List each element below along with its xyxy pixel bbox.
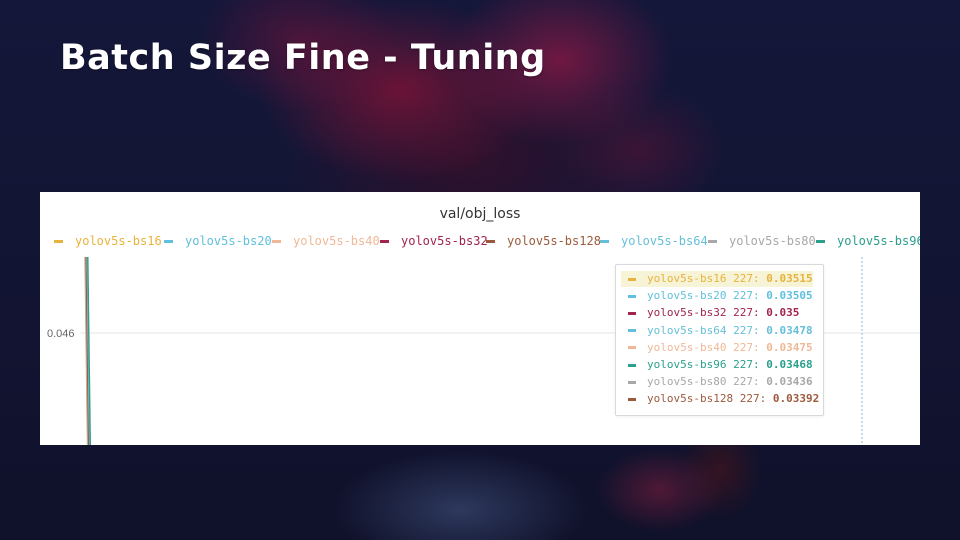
chart-title: val/obj_loss [439, 206, 521, 222]
legend-swatch [600, 240, 609, 243]
tooltip-row: yolov5s-bs80 227: 0.03436 [621, 374, 813, 390]
tooltip-swatch [628, 380, 636, 384]
legend-item-yolov5s-bs64[interactable]: yolov5s-bs64 [600, 234, 708, 248]
tooltip-row: yolov5s-bs40 227: 0.03475 [621, 340, 813, 356]
legend-swatch [816, 240, 825, 243]
legend-label: yolov5s-bs40 [293, 234, 380, 248]
tooltip-swatch [628, 294, 636, 298]
y-tick-label: 0.046 [47, 328, 75, 340]
tooltip-value: 0.03475 [766, 340, 813, 354]
legend-item-yolov5s-bs16[interactable]: yolov5s-bs16 [54, 234, 162, 248]
legend-label: yolov5s-bs16 [75, 234, 162, 248]
legend-item-yolov5s-bs32[interactable]: yolov5s-bs32 [380, 234, 488, 248]
legend-swatch [54, 240, 63, 243]
chart-legend: yolov5s-bs16 yolov5s-bs20 yolov5s-bs40 yolo… [54, 234, 920, 250]
legend-label: yolov5s-bs32 [401, 234, 488, 248]
tooltip-label: yolov5s-bs96 227: [647, 358, 767, 371]
legend-swatch [164, 240, 173, 243]
hover-tooltip: yolov5s-bs16 227: 0.03515 yolov5s-bs20 22… [615, 264, 824, 416]
tooltip-swatch [628, 397, 636, 401]
legend-item-yolov5s-bs20[interactable]: yolov5s-bs20 [164, 234, 272, 248]
tooltip-value: 0.03392 [772, 392, 820, 406]
tooltip-row: yolov5s-bs64 227: 0.03478 [621, 323, 813, 339]
tooltip-label: yolov5s-bs40 227: [647, 340, 767, 354]
tooltip-row: yolov5s-bs128 227: 0.03392 [621, 391, 819, 407]
legend-swatch [272, 240, 281, 243]
legend-swatch [380, 240, 389, 243]
tooltip-swatch [628, 346, 636, 350]
tooltip-swatch [628, 329, 636, 333]
chart-panel: val/obj_loss yolov5s-bs16 yolov5s-bs20 yol… [40, 192, 920, 445]
tooltip-value: 0.03468 [766, 358, 813, 371]
tooltip-swatch [628, 277, 636, 281]
tooltip-label: yolov5s-bs128 227: [647, 392, 773, 406]
legend-label: yolov5s-bs128 [507, 234, 601, 248]
legend-item-yolov5s-bs80[interactable]: yolov5s-bs80 [708, 234, 816, 248]
legend-label: yolov5s-bs80 [729, 234, 816, 248]
tooltip-value: 0.03478 [766, 323, 813, 337]
tooltip-swatch [628, 363, 636, 367]
tooltip-label: yolov5s-bs16 227: [647, 272, 767, 285]
tooltip-label: yolov5s-bs64 227: [647, 323, 767, 337]
legend-swatch [486, 240, 495, 243]
tooltip-value: 0.03515 [766, 272, 813, 285]
tooltip-label: yolov5s-bs20 227: [647, 289, 767, 303]
legend-swatch [708, 240, 717, 243]
tooltip-row: yolov5s-bs32 227: 0.035 [621, 305, 813, 321]
legend-item-yolov5s-bs96[interactable]: yolov5s-bs96 [816, 234, 920, 248]
tooltip-label: yolov5s-bs80 227: [647, 375, 767, 389]
tooltip-row: yolov5s-bs96 227: 0.03468 [621, 357, 813, 373]
tooltip-label: yolov5s-bs32 227: [647, 306, 767, 320]
tooltip-value: 0.03436 [766, 375, 813, 389]
legend-item-yolov5s-bs128[interactable]: yolov5s-bs128 [486, 234, 601, 248]
tooltip-row: yolov5s-bs16 227: 0.03515 [621, 271, 813, 287]
tooltip-value: 0.03505 [766, 289, 813, 303]
tooltip-row: yolov5s-bs20 227: 0.03505 [621, 288, 813, 304]
legend-label: yolov5s-bs20 [185, 234, 272, 248]
tooltip-value: 0.035 [766, 306, 800, 320]
legend-label: yolov5s-bs96 [837, 234, 920, 248]
legend-label: yolov5s-bs64 [621, 234, 708, 248]
legend-item-yolov5s-bs40[interactable]: yolov5s-bs40 [272, 234, 380, 248]
tooltip-swatch [628, 311, 636, 315]
slide-title: Batch Size Fine - Tuning [60, 38, 546, 78]
